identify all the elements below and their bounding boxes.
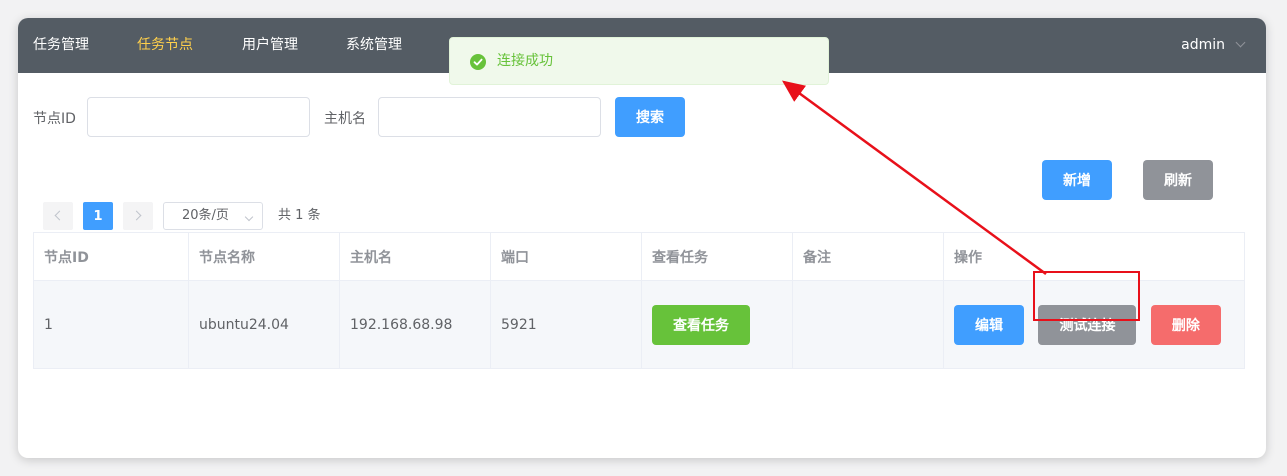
column-header: 节点名称 <box>188 232 340 281</box>
chevron-down-icon <box>244 212 254 222</box>
column-header: 端口 <box>490 232 642 281</box>
toast-message: 连接成功 <box>497 53 553 69</box>
node-id-label: 节点ID <box>33 111 76 127</box>
username: admin <box>1181 37 1225 53</box>
cell-remark <box>792 280 944 369</box>
total-count: 共 1 条 <box>278 208 321 223</box>
host-input[interactable] <box>378 97 601 137</box>
edit-button[interactable]: 编辑 <box>954 304 1024 345</box>
add-button[interactable]: 新增 <box>1042 160 1112 200</box>
delete-button[interactable]: 删除 <box>1150 304 1221 345</box>
host-label: 主机名 <box>324 111 366 127</box>
cell-host: 192.168.68.98 <box>339 280 491 369</box>
annotation-highlight-box <box>1033 271 1140 321</box>
user-menu[interactable]: admin <box>1181 18 1246 73</box>
nav-item-system-management[interactable]: 系统管理 <box>346 18 402 73</box>
search-button[interactable]: 搜索 <box>615 97 685 137</box>
chevron-left-icon <box>54 210 65 221</box>
column-header: 主机名 <box>339 232 491 281</box>
chevron-down-icon <box>1235 37 1246 48</box>
refresh-button[interactable]: 刷新 <box>1143 160 1213 200</box>
page-size-value: 20条/页 <box>182 208 229 223</box>
node-id-input[interactable] <box>87 97 310 137</box>
cell-port: 5921 <box>490 280 642 369</box>
cell-node-name: ubuntu24.04 <box>188 280 340 369</box>
column-header: 备注 <box>792 232 944 281</box>
column-header: 节点ID <box>33 232 189 281</box>
page-number-button[interactable]: 1 <box>83 202 113 230</box>
chevron-right-icon <box>131 210 142 221</box>
cell-node-id: 1 <box>33 280 189 369</box>
nav-item-task-management[interactable]: 任务管理 <box>33 18 89 73</box>
page-size-select[interactable]: 20条/页 <box>163 202 263 230</box>
prev-page-button[interactable] <box>43 202 73 230</box>
nav-item-user-management[interactable]: 用户管理 <box>242 18 298 73</box>
success-toast: 连接成功 <box>449 37 829 85</box>
view-tasks-button[interactable]: 查看任务 <box>652 304 750 345</box>
cell-view-tasks: 查看任务 <box>641 280 793 369</box>
column-header: 查看任务 <box>641 232 793 281</box>
nav-item-task-nodes[interactable]: 任务节点 <box>137 18 193 73</box>
success-check-icon <box>470 54 486 70</box>
next-page-button[interactable] <box>123 202 153 230</box>
